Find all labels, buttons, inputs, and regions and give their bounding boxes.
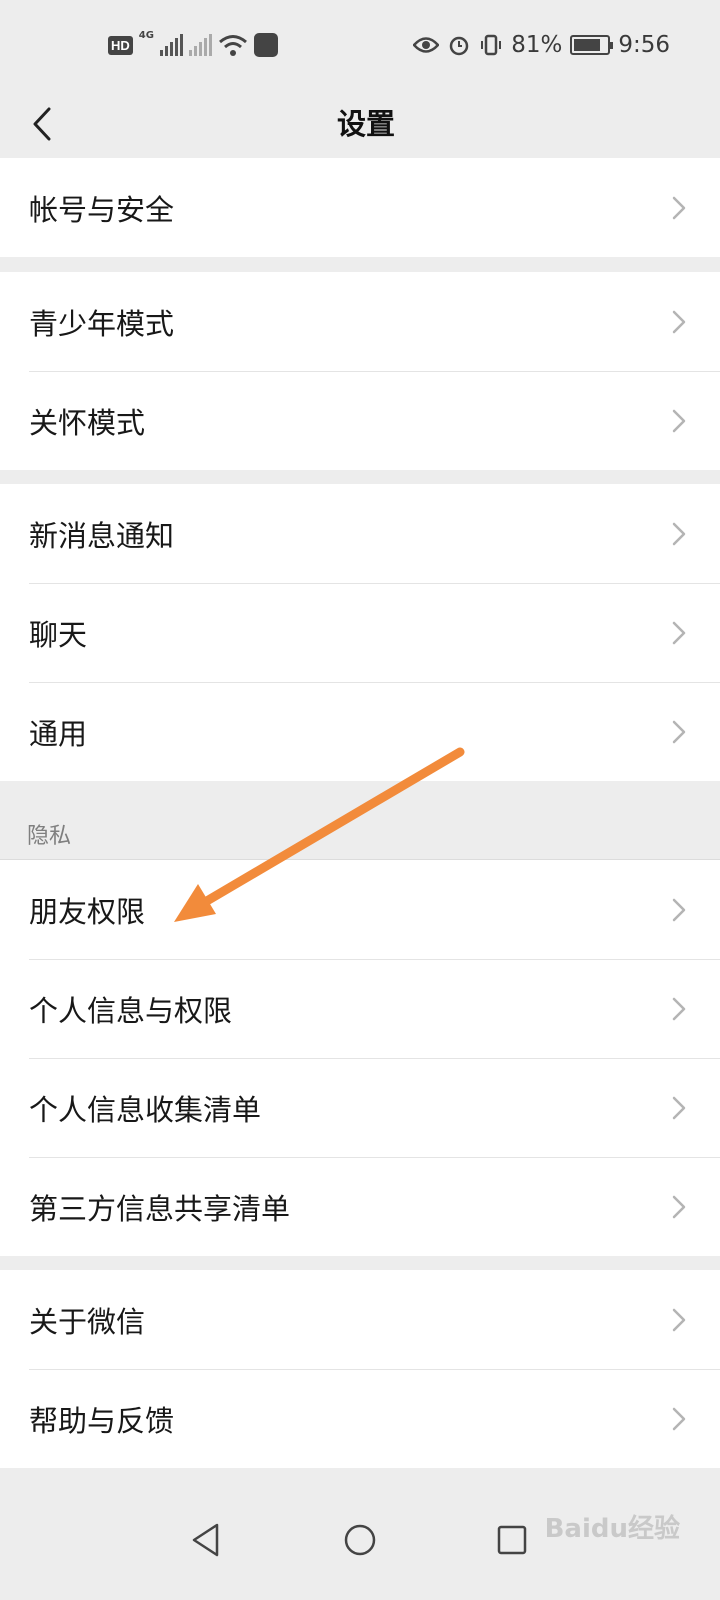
battery-icon bbox=[570, 35, 614, 55]
row-label: 青少年模式 bbox=[29, 306, 175, 341]
chevron-right-icon bbox=[672, 1096, 686, 1119]
divider bbox=[29, 583, 720, 584]
chevron-right-icon bbox=[672, 898, 686, 921]
chevron-right-icon bbox=[672, 522, 686, 545]
row-label: 关怀模式 bbox=[29, 405, 146, 440]
clock: 9:56 bbox=[618, 32, 670, 58]
settings-row-personal-info-collection-list[interactable]: 个人信息收集清单 bbox=[0, 1058, 720, 1157]
status-right: 81% 9:56 bbox=[413, 30, 670, 60]
chevron-right-icon bbox=[672, 621, 686, 644]
row-label: 关于微信 bbox=[29, 1304, 146, 1339]
triangle-back-icon bbox=[192, 1523, 219, 1557]
settings-group-modes: 青少年模式 关怀模式 bbox=[0, 272, 720, 470]
system-nav-bar bbox=[0, 1490, 720, 1600]
chevron-right-icon bbox=[672, 310, 686, 333]
settings-row-third-party-sharing-list[interactable]: 第三方信息共享清单 bbox=[0, 1157, 720, 1256]
nav-recent-button[interactable] bbox=[484, 1512, 540, 1568]
settings-row-help-feedback[interactable]: 帮助与反馈 bbox=[0, 1369, 720, 1468]
app-notification-icon bbox=[253, 33, 278, 57]
row-label: 新消息通知 bbox=[29, 518, 175, 553]
settings-group-account: 帐号与安全 bbox=[0, 158, 720, 257]
status-bar: HD 4G 81% 9:56 bbox=[0, 0, 720, 90]
vibrate-icon bbox=[481, 34, 502, 56]
settings-row-general[interactable]: 通用 bbox=[0, 682, 720, 781]
network-type: 4G bbox=[138, 30, 154, 41]
row-label: 第三方信息共享清单 bbox=[29, 1191, 291, 1226]
divider bbox=[29, 682, 720, 683]
signal-icon bbox=[159, 34, 183, 56]
chevron-right-icon bbox=[672, 409, 686, 432]
eye-icon bbox=[413, 37, 440, 53]
settings-row-new-message-notification[interactable]: 新消息通知 bbox=[0, 484, 720, 583]
wifi-icon bbox=[218, 35, 247, 56]
row-label: 通用 bbox=[29, 716, 88, 751]
section-title-privacy: 隐私 bbox=[27, 824, 72, 849]
row-label: 聊天 bbox=[29, 617, 88, 652]
divider bbox=[29, 1058, 720, 1059]
settings-row-account-security[interactable]: 帐号与安全 bbox=[0, 158, 720, 257]
alarm-icon bbox=[449, 36, 469, 56]
nav-back-button[interactable] bbox=[178, 1512, 234, 1568]
chevron-right-icon bbox=[672, 1195, 686, 1218]
row-label: 朋友权限 bbox=[29, 894, 146, 929]
divider bbox=[29, 1369, 720, 1370]
divider bbox=[29, 371, 720, 372]
watermark: Baidu经验 bbox=[544, 1514, 680, 1544]
hd-badge: HD bbox=[108, 35, 133, 55]
settings-row-teen-mode[interactable]: 青少年模式 bbox=[0, 272, 720, 371]
signal-2-icon bbox=[188, 34, 212, 56]
settings-group-privacy: 朋友权限 个人信息与权限 个人信息收集清单 第三方信息共享清单 bbox=[0, 860, 720, 1256]
square-recent-icon bbox=[497, 1525, 527, 1555]
settings-row-care-mode[interactable]: 关怀模式 bbox=[0, 371, 720, 470]
row-label: 帮助与反馈 bbox=[29, 1403, 175, 1438]
title-bar: 设置 bbox=[0, 90, 720, 158]
circle-home-icon bbox=[344, 1524, 376, 1556]
chevron-right-icon bbox=[672, 1308, 686, 1331]
divider bbox=[29, 1157, 720, 1158]
row-label: 个人信息收集清单 bbox=[29, 1092, 262, 1127]
chevron-right-icon bbox=[672, 196, 686, 219]
page-title: 设置 bbox=[336, 107, 395, 141]
settings-row-chat[interactable]: 聊天 bbox=[0, 583, 720, 682]
battery-percent: 81% bbox=[511, 32, 563, 58]
row-label: 个人信息与权限 bbox=[29, 993, 233, 1028]
chevron-right-icon bbox=[672, 997, 686, 1020]
settings-row-about-wechat[interactable]: 关于微信 bbox=[0, 1270, 720, 1369]
chevron-left-icon bbox=[33, 107, 51, 141]
status-left: HD 4G bbox=[108, 30, 278, 60]
battery-level bbox=[574, 39, 601, 51]
chevron-right-icon bbox=[672, 1407, 686, 1430]
settings-group-general: 新消息通知 聊天 通用 bbox=[0, 484, 720, 781]
back-button[interactable] bbox=[22, 102, 62, 146]
row-label: 帐号与安全 bbox=[29, 192, 175, 227]
nav-home-button[interactable] bbox=[332, 1512, 388, 1568]
settings-row-friend-permissions[interactable]: 朋友权限 bbox=[0, 860, 720, 959]
settings-group-about: 关于微信 帮助与反馈 bbox=[0, 1270, 720, 1468]
chevron-right-icon bbox=[672, 720, 686, 743]
settings-row-personal-info-permissions[interactable]: 个人信息与权限 bbox=[0, 959, 720, 1058]
divider bbox=[29, 959, 720, 960]
